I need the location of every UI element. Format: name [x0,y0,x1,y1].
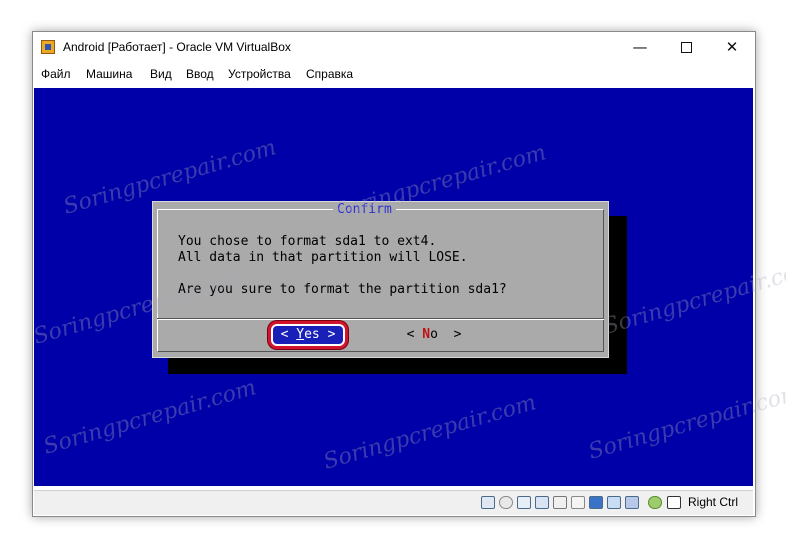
guest-screen[interactable]: Confirm You chose to format sda1 to ext4… [34,88,753,486]
message-line-3: Are you sure to format the partition sda… [178,282,507,297]
virtualbox-app-icon [41,40,55,54]
yes-left-bracket: < [280,327,289,342]
window-title: Android [Работает] - Oracle VM VirtualBo… [63,40,291,54]
menu-file[interactable]: Файл [41,67,71,81]
cpu-icon[interactable] [625,496,639,509]
virtualbox-window: Android [Работает] - Oracle VM VirtualBo… [32,31,756,517]
message-line-2: All data in that partition will LOSE. [178,250,468,265]
menu-bar: Файл Машина Вид Ввод Устройства Справка [33,62,755,86]
yes-right-bracket: > [327,327,336,342]
usb-icon[interactable] [553,496,567,509]
shared-folders-icon[interactable] [571,496,585,509]
no-hotkey: N [422,327,431,342]
confirm-dialog: Confirm You chose to format sda1 to ext4… [152,201,609,358]
menu-input[interactable]: Ввод [186,67,214,81]
maximize-icon [680,42,692,53]
display-icon[interactable] [589,496,603,509]
dialog-frame [157,209,604,352]
maximize-button[interactable] [663,32,709,62]
message-line-1: You chose to format sda1 to ext4. [178,234,437,249]
no-button[interactable]: < No > [401,327,467,343]
hard-disk-icon[interactable] [481,496,495,509]
dialog-title: Confirm [333,202,396,217]
no-left-bracket: < [406,327,415,342]
virtualization-icon[interactable] [648,496,662,509]
optical-drive-icon[interactable] [499,496,513,509]
title-bar[interactable]: Android [Работает] - Oracle VM VirtualBo… [33,32,755,62]
status-bar: Right Ctrl [34,490,753,515]
video-capture-icon[interactable] [607,496,621,509]
dialog-separator [157,318,604,320]
no-right-bracket: > [453,327,462,342]
menu-help[interactable]: Справка [306,67,353,81]
no-label: o [430,327,438,342]
menu-devices[interactable]: Устройства [228,67,291,81]
host-key-label: Right Ctrl [688,495,739,509]
audio-icon[interactable] [517,496,531,509]
menu-machine[interactable]: Машина [86,67,132,81]
mouse-integration-icon[interactable] [667,496,681,509]
yes-hotkey: Y [296,327,305,342]
minimize-button[interactable]: — [617,32,663,62]
yes-button[interactable]: < Yes > [271,324,345,346]
menu-view[interactable]: Вид [150,67,172,81]
network-icon[interactable] [535,496,549,509]
yes-label: es [304,327,320,342]
close-button[interactable]: ✕ [709,32,755,62]
